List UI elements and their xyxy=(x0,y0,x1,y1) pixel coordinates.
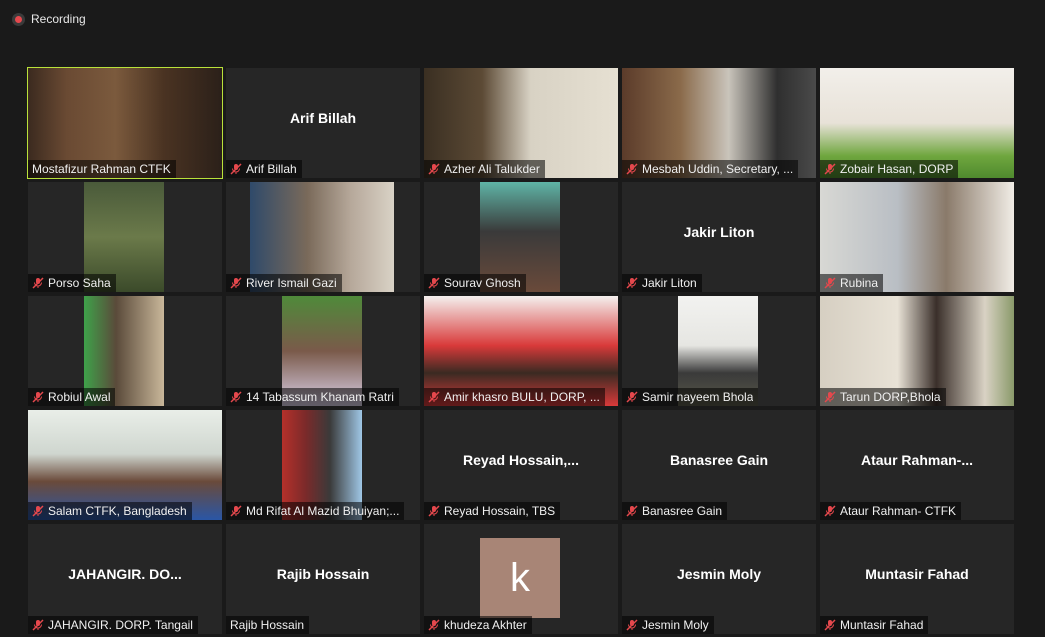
participant-name: Azher Ali Talukder xyxy=(444,162,540,176)
participant-display-name: Jesmin Moly xyxy=(676,566,762,582)
participant-name: Zobair Hasan, DORP xyxy=(840,162,954,176)
muted-mic-icon xyxy=(230,391,242,403)
participant-tile[interactable]: Jakir Liton Jakir Liton xyxy=(622,182,816,292)
muted-mic-icon xyxy=(626,277,638,289)
participant-name: 14 Tabassum Khanam Ratri xyxy=(246,390,394,404)
participant-tile[interactable]: Rubina xyxy=(820,182,1014,292)
participant-tile[interactable]: Robiul Awal xyxy=(28,296,222,406)
muted-mic-icon xyxy=(824,505,836,517)
participant-tile[interactable]: Muntasir Fahad Muntasir Fahad xyxy=(820,524,1014,634)
muted-mic-icon xyxy=(626,163,638,175)
participant-name: Mostafizur Rahman CTFK xyxy=(32,162,171,176)
muted-mic-icon xyxy=(824,619,836,631)
participant-name: Mesbah Uddin, Secretary, ... xyxy=(642,162,794,176)
participant-name: Rubina xyxy=(840,276,879,290)
muted-mic-icon xyxy=(824,277,836,289)
participant-tile[interactable]: Zobair Hasan, DORP xyxy=(820,68,1014,178)
participant-name: JAHANGIR. DORP. Tangail xyxy=(48,618,193,632)
participant-name: Salam CTFK, Bangladesh xyxy=(48,504,187,518)
muted-mic-icon xyxy=(626,505,638,517)
muted-mic-icon xyxy=(626,619,638,631)
participant-display-name: Arif Billah xyxy=(289,110,357,126)
participant-display-name: Muntasir Fahad xyxy=(865,566,969,582)
participant-tile[interactable]: Banasree Gain Banasree Gain xyxy=(622,410,816,520)
participant-tile[interactable]: Mostafizur Rahman CTFK xyxy=(27,67,223,179)
muted-mic-icon xyxy=(230,505,242,517)
muted-mic-icon xyxy=(824,163,836,175)
participant-name: Jakir Liton xyxy=(642,276,697,290)
participant-name: Rajib Hossain xyxy=(230,618,305,632)
participant-tile[interactable]: Jesmin Moly Jesmin Moly xyxy=(622,524,816,634)
participant-name: River Ismail Gazi xyxy=(246,276,337,290)
participant-name: Samir nayeem Bhola xyxy=(642,390,754,404)
participant-display-name: Ataur Rahman-... xyxy=(860,452,973,468)
participant-name: Jesmin Moly xyxy=(642,618,709,632)
participant-tile[interactable]: Mesbah Uddin, Secretary, ... xyxy=(622,68,816,178)
participant-name: Ataur Rahman- CTFK xyxy=(840,504,957,518)
participant-display-name: Jakir Liton xyxy=(683,224,755,240)
avatar: k xyxy=(480,538,560,618)
participant-tile[interactable]: Sourav Ghosh xyxy=(424,182,618,292)
participant-name: Amir khasro BULU, DORP, ... xyxy=(444,390,600,404)
participant-name: Porso Saha xyxy=(48,276,111,290)
participant-tile[interactable]: Reyad Hossain,... Reyad Hossain, TBS xyxy=(424,410,618,520)
muted-mic-icon xyxy=(626,391,638,403)
muted-mic-icon xyxy=(824,391,836,403)
participant-tile[interactable]: Amir khasro BULU, DORP, ... xyxy=(424,296,618,406)
muted-mic-icon xyxy=(32,505,44,517)
muted-mic-icon xyxy=(230,163,242,175)
muted-mic-icon xyxy=(428,277,440,289)
participant-tile[interactable]: River Ismail Gazi xyxy=(226,182,420,292)
recording-label: Recording xyxy=(31,12,86,26)
participant-name: Banasree Gain xyxy=(642,504,723,518)
participant-display-name: Banasree Gain xyxy=(669,452,769,468)
participant-display-name: JAHANGIR. DO... xyxy=(68,566,182,582)
participant-name: Muntasir Fahad xyxy=(840,618,924,632)
participant-tile[interactable]: Ataur Rahman-... Ataur Rahman- CTFK xyxy=(820,410,1014,520)
participant-tile[interactable]: Arif Billah Arif Billah xyxy=(226,68,420,178)
muted-mic-icon xyxy=(428,391,440,403)
participant-tile[interactable]: Rajib Hossain Rajib Hossain xyxy=(226,524,420,634)
participant-tile[interactable]: Md Rifat Al Mazid Bhuiyan;... xyxy=(226,410,420,520)
participant-name: Reyad Hossain, TBS xyxy=(444,504,556,518)
participant-name: Tarun DORP,Bhola xyxy=(840,390,941,404)
participant-tile[interactable]: Porso Saha xyxy=(28,182,222,292)
participant-name: khudeza Akhter xyxy=(444,618,527,632)
participant-name: Sourav Ghosh xyxy=(444,276,521,290)
muted-mic-icon xyxy=(32,391,44,403)
muted-mic-icon xyxy=(32,619,44,631)
muted-mic-icon xyxy=(428,505,440,517)
participant-name: Arif Billah xyxy=(246,162,297,176)
gallery-grid: Mostafizur Rahman CTFK Arif Billah Arif … xyxy=(27,67,1014,634)
participant-tile[interactable]: k khudeza Akhter xyxy=(424,524,618,634)
participant-display-name: Rajib Hossain xyxy=(276,566,370,582)
participant-tile[interactable]: JAHANGIR. DO... JAHANGIR. DORP. Tangail xyxy=(28,524,222,634)
participant-name: Robiul Awal xyxy=(48,390,111,404)
muted-mic-icon xyxy=(230,277,242,289)
participant-tile[interactable]: Tarun DORP,Bhola xyxy=(820,296,1014,406)
muted-mic-icon xyxy=(428,163,440,175)
muted-mic-icon xyxy=(428,619,440,631)
participant-display-name: Reyad Hossain,... xyxy=(463,452,579,468)
participant-tile[interactable]: Samir nayeem Bhola xyxy=(622,296,816,406)
participant-name: Md Rifat Al Mazid Bhuiyan;... xyxy=(246,504,400,518)
recording-icon xyxy=(12,12,25,26)
participant-tile[interactable]: 14 Tabassum Khanam Ratri xyxy=(226,296,420,406)
participant-tile[interactable]: Salam CTFK, Bangladesh xyxy=(28,410,222,520)
recording-indicator[interactable]: Recording xyxy=(12,12,86,26)
participant-tile[interactable]: Azher Ali Talukder xyxy=(424,68,618,178)
muted-mic-icon xyxy=(32,277,44,289)
